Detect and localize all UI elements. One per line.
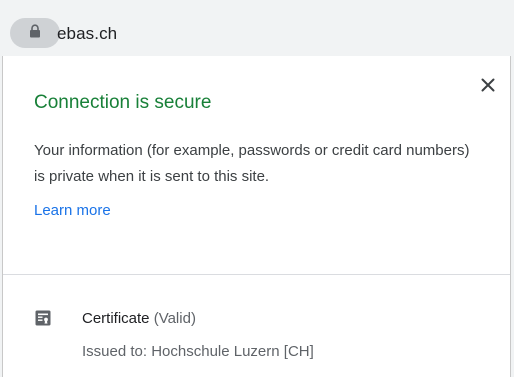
close-icon [481,78,495,97]
certificate-label: Certificate [82,310,150,327]
divider [3,274,510,275]
certificate-icon [35,310,51,326]
site-info-button[interactable] [10,18,60,48]
close-button[interactable] [476,75,500,99]
omnibox: ebas.ch [0,0,514,56]
certificate-issued-to: Issued to: Hochschule Luzern [CH] [82,343,314,360]
certificate-row[interactable]: Certificate (Valid) Issued to: Hochschul… [3,304,510,364]
learn-more-link[interactable]: Learn more [34,202,111,219]
page-info-popup: Connection is secure Your information (f… [2,56,511,377]
certificate-title: Certificate (Valid) [82,310,196,327]
connection-status-title: Connection is secure [34,92,212,113]
certificate-status: (Valid) [153,310,196,327]
lock-icon [29,23,41,43]
url-text[interactable]: ebas.ch [57,24,117,44]
connection-description: Your information (for example, passwords… [34,142,470,185]
